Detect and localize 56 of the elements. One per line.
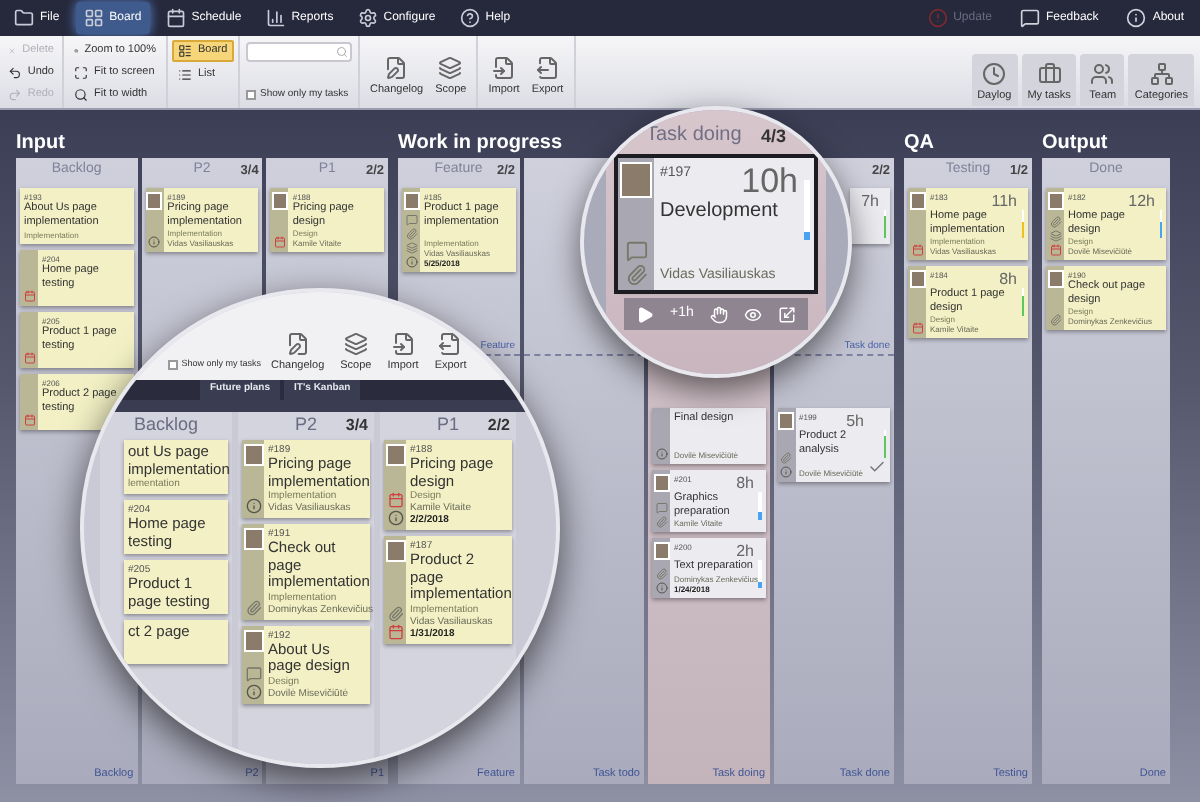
column-count: 2/2	[487, 414, 510, 438]
checkbox[interactable]	[167, 360, 178, 371]
briefcase-icon	[1037, 61, 1062, 86]
card-hours: 2h	[736, 542, 754, 560]
alert-icon	[927, 8, 948, 28]
column-count: 3/4	[345, 414, 368, 438]
column-title: P1	[436, 412, 459, 439]
file-import-icon	[391, 331, 416, 356]
file-export-icon	[535, 55, 560, 80]
file-pen-icon	[384, 55, 409, 80]
layers-icon	[438, 55, 463, 80]
card-hours: 8h	[736, 474, 754, 492]
board-icon	[83, 8, 104, 28]
clock-icon	[982, 61, 1007, 86]
card-hours: 12h	[1128, 192, 1155, 210]
file-export-icon	[438, 331, 463, 356]
card-hours: 11h	[991, 192, 1017, 210]
section-title: Output	[1042, 130, 1108, 158]
team-icon	[1090, 61, 1115, 86]
search-field[interactable]	[246, 42, 352, 62]
column-title: P2	[294, 412, 317, 439]
card-hours: 7h	[861, 192, 879, 210]
section-title: Input	[16, 130, 65, 158]
hierarchy-icon	[1149, 61, 1174, 86]
hand-icon[interactable]	[709, 305, 728, 323]
fit-icon	[74, 65, 88, 79]
info-icon	[1126, 8, 1147, 28]
folder-icon	[14, 8, 34, 28]
section-title: QA	[904, 130, 934, 158]
search-icon	[74, 87, 88, 101]
list-icon	[178, 68, 192, 82]
play-icon[interactable]	[636, 305, 654, 323]
speech-bubble-icon	[1019, 8, 1040, 28]
checkbox[interactable]	[246, 89, 256, 100]
card-hours: 8h	[999, 270, 1017, 288]
column-title: Task doing	[646, 122, 742, 150]
resize-icon[interactable]	[777, 305, 796, 323]
board-icon	[178, 44, 192, 58]
eye-icon[interactable]	[743, 305, 762, 323]
card-hours: 5h	[846, 412, 864, 430]
help-icon	[459, 8, 480, 28]
card-title: Development	[660, 200, 780, 224]
column-count: 4/3	[760, 123, 786, 149]
task-card[interactable]: 7h	[850, 188, 890, 244]
search-icon	[336, 46, 348, 58]
file-pen-icon	[285, 331, 310, 356]
chart-icon	[265, 8, 286, 28]
layers-icon	[343, 331, 368, 356]
card-hours: 10h	[741, 164, 798, 200]
section-title: Work in progress	[398, 130, 563, 158]
settings-icon	[357, 8, 378, 28]
calendar-icon	[165, 8, 186, 28]
file-import-icon	[492, 55, 517, 80]
undo-icon	[8, 65, 22, 79]
column-title: Backlog	[133, 412, 199, 439]
redo-icon	[8, 87, 22, 101]
